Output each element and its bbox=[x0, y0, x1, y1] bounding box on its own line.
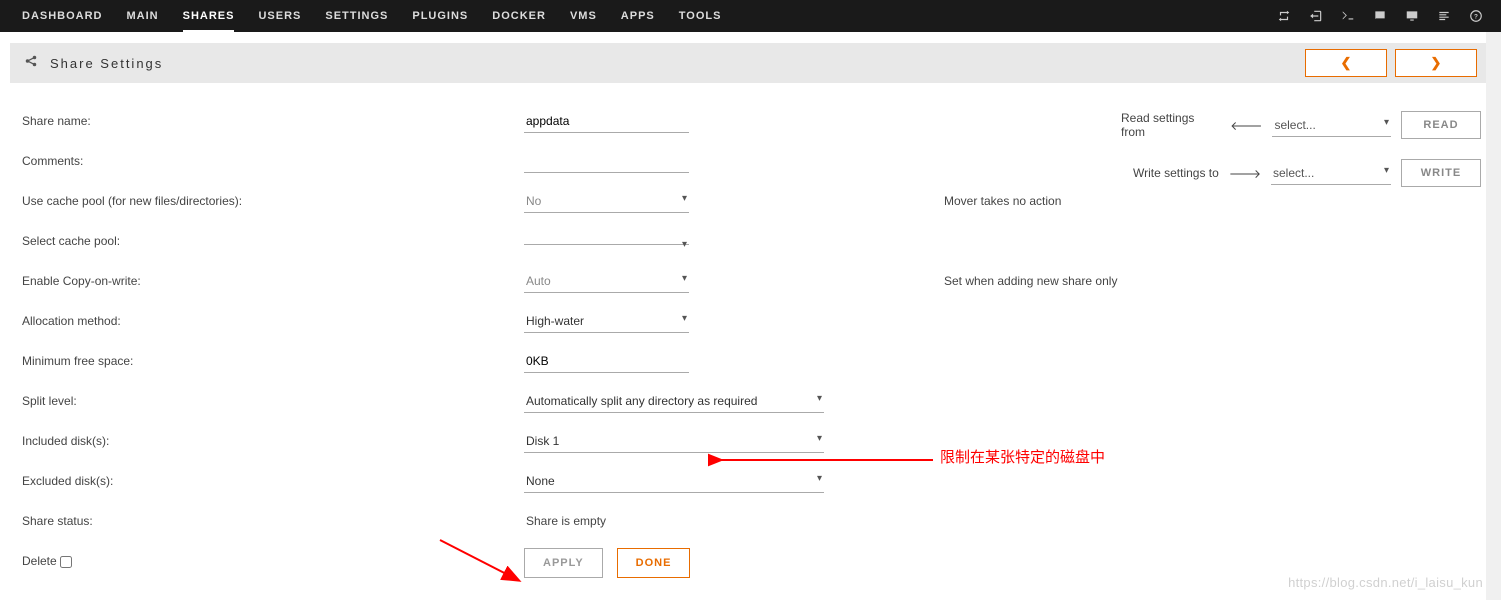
write-settings-select[interactable]: select... bbox=[1271, 162, 1391, 185]
terminal-icon[interactable] bbox=[1341, 9, 1355, 23]
nav-item-main[interactable]: MAIN bbox=[115, 1, 171, 31]
share-name-input[interactable] bbox=[524, 110, 689, 133]
included-select[interactable]: Disk 1 bbox=[524, 430, 824, 453]
comments-label: Comments: bbox=[14, 154, 524, 168]
min-free-label: Minimum free space: bbox=[14, 354, 524, 368]
prev-button[interactable]: ❮ bbox=[1305, 49, 1387, 77]
annotation-arrow-2 bbox=[438, 538, 526, 586]
split-select[interactable]: Automatically split any directory as req… bbox=[524, 390, 824, 413]
read-button[interactable]: READ bbox=[1401, 111, 1481, 139]
nav-item-shares[interactable]: SHARES bbox=[171, 1, 247, 31]
nav-item-plugins[interactable]: PLUGINS bbox=[400, 1, 480, 31]
help-icon[interactable]: ? bbox=[1469, 9, 1483, 23]
apply-button[interactable]: APPLY bbox=[524, 548, 603, 578]
select-cache-select[interactable] bbox=[524, 236, 689, 245]
annotation-arrow-1 bbox=[708, 453, 933, 467]
status-value: Share is empty bbox=[524, 510, 608, 532]
cow-aux: Set when adding new share only bbox=[834, 274, 1487, 288]
nav-item-docker[interactable]: DOCKER bbox=[480, 1, 558, 31]
read-settings-label: Read settings from bbox=[1121, 111, 1220, 139]
arrow-left-icon: 🡐 bbox=[1230, 118, 1262, 133]
comments-input[interactable] bbox=[524, 150, 689, 173]
select-cache-label: Select cache pool: bbox=[14, 234, 524, 248]
done-button[interactable]: DONE bbox=[617, 548, 691, 578]
scrollbar[interactable] bbox=[1486, 32, 1501, 600]
split-label: Split level: bbox=[14, 394, 524, 408]
excluded-label: Excluded disk(s): bbox=[14, 474, 524, 488]
logout-icon[interactable] bbox=[1309, 9, 1323, 23]
min-free-input[interactable] bbox=[524, 350, 689, 373]
next-button[interactable]: ❯ bbox=[1395, 49, 1477, 77]
page-title: Share Settings bbox=[50, 56, 163, 71]
monitor-icon[interactable] bbox=[1405, 9, 1419, 23]
swap-icon[interactable] bbox=[1277, 9, 1291, 23]
share-icon bbox=[24, 54, 38, 73]
cow-label: Enable Copy-on-write: bbox=[14, 274, 524, 288]
watermark: https://blog.csdn.net/i_laisu_kun bbox=[1288, 575, 1483, 590]
settings-transfer-block: Read settings from 🡐 select... READ Writ… bbox=[1121, 101, 1481, 197]
nav-item-vms[interactable]: VMS bbox=[558, 1, 609, 31]
feedback-icon[interactable] bbox=[1373, 9, 1387, 23]
status-label: Share status: bbox=[14, 514, 524, 528]
nav-item-users[interactable]: USERS bbox=[246, 1, 313, 31]
top-nav-bar: DASHBOARD MAIN SHARES USERS SETTINGS PLU… bbox=[0, 0, 1501, 32]
nav-left: DASHBOARD MAIN SHARES USERS SETTINGS PLU… bbox=[10, 1, 733, 31]
svg-text:?: ? bbox=[1474, 13, 1478, 20]
log-icon[interactable] bbox=[1437, 9, 1451, 23]
alloc-select[interactable]: High-water bbox=[524, 310, 689, 333]
nav-right: ? bbox=[1277, 9, 1491, 23]
annotation-text-1: 限制在某张特定的磁盘中 bbox=[940, 446, 1105, 467]
delete-checkbox[interactable] bbox=[60, 556, 72, 568]
included-label: Included disk(s): bbox=[14, 434, 524, 448]
use-cache-select[interactable]: No bbox=[524, 190, 689, 213]
nav-item-dashboard[interactable]: DASHBOARD bbox=[10, 1, 115, 31]
title-bar: Share Settings ❮ ❯ bbox=[10, 43, 1491, 83]
write-settings-label: Write settings to bbox=[1133, 166, 1219, 180]
read-settings-select[interactable]: select... bbox=[1272, 114, 1391, 137]
share-name-label: Share name: bbox=[14, 114, 524, 128]
arrow-right-icon: 🡒 bbox=[1229, 166, 1261, 181]
nav-item-settings[interactable]: SETTINGS bbox=[313, 1, 400, 31]
nav-item-apps[interactable]: APPS bbox=[609, 1, 667, 31]
alloc-label: Allocation method: bbox=[14, 314, 524, 328]
excluded-select[interactable]: None bbox=[524, 470, 824, 493]
nav-item-tools[interactable]: TOOLS bbox=[667, 1, 734, 31]
use-cache-label: Use cache pool (for new files/directorie… bbox=[14, 194, 524, 208]
write-button[interactable]: WRITE bbox=[1401, 159, 1481, 187]
cow-select[interactable]: Auto bbox=[524, 270, 689, 293]
content-area: Read settings from 🡐 select... READ Writ… bbox=[0, 83, 1501, 581]
